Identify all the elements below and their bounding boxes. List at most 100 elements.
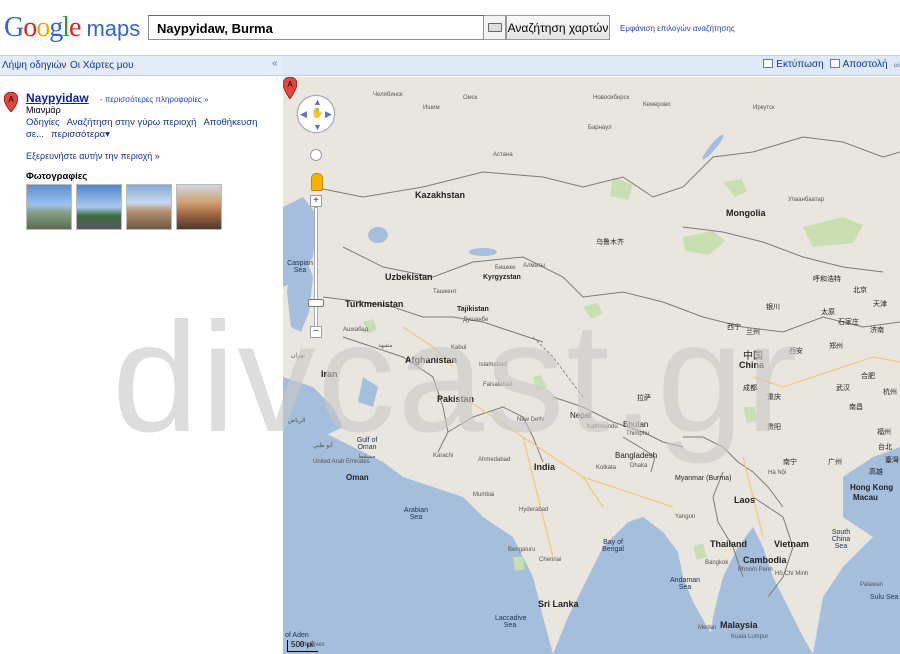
label-urumqi: 乌鲁木齐 <box>596 239 624 246</box>
my-maps-link[interactable]: Οι Χάρτες μου <box>70 60 134 71</box>
keyboard-icon[interactable] <box>484 15 506 40</box>
label-chennai: Chennai <box>539 557 562 563</box>
zoom-thumb[interactable] <box>308 299 324 307</box>
label-yinchuan: 银川 <box>766 304 780 311</box>
label-andaman-sea: Andaman Sea <box>670 577 700 591</box>
google-maps-logo[interactable]: Google maps <box>4 12 140 44</box>
label-tehran: تهران <box>291 353 305 359</box>
more-info-link[interactable]: - περισσότερες πληροφορίες » <box>100 95 208 104</box>
marker-a-icon[interactable]: A <box>4 92 18 112</box>
label-abu-dhabi: أبو ظبي <box>313 443 333 449</box>
label-riyadh: الرياض <box>288 418 306 424</box>
label-taipei: 台北 <box>878 444 892 451</box>
label-palawan: Palawan <box>860 582 884 588</box>
label-afghanistan: Afghanistan <box>405 355 458 365</box>
print-icon <box>763 59 774 68</box>
label-bangladesh: Bangladesh <box>615 451 658 460</box>
label-mashhad: مشهد <box>378 343 393 349</box>
label-bhutan: Bhutan <box>623 420 649 429</box>
zoom-rail-track[interactable] <box>314 207 318 327</box>
search-options-link[interactable]: Εμφάνιση επιλογών αναζήτησης <box>620 24 735 33</box>
photo-thumbnail[interactable] <box>176 184 222 230</box>
more-link[interactable]: περισσότερα▾ <box>51 129 110 140</box>
label-nanning: 南宁 <box>783 459 797 466</box>
result-country: Μιανμάρ <box>26 105 61 115</box>
zoom-reset-icon[interactable] <box>310 149 322 161</box>
label-sulu-sea: Sulu Sea <box>870 594 899 601</box>
zoom-out-button[interactable]: − <box>310 326 322 338</box>
zoom-slider[interactable]: + − <box>308 195 324 340</box>
search-nearby-link[interactable]: Αναζήτηση στην γύρω περιοχή <box>67 117 197 128</box>
map-base <box>283 134 900 654</box>
search-input[interactable]: Naypyidaw, Burma <box>148 15 484 40</box>
collapse-panel-button[interactable]: « <box>272 58 278 69</box>
label-nepal: Nepal <box>570 411 591 420</box>
label-gulf-aden: of Aden <box>285 632 309 639</box>
photo-thumbnail[interactable] <box>26 184 72 230</box>
label-hohhot: 呼和浩特 <box>813 276 841 283</box>
label-dhaka: Dhaka <box>630 463 648 469</box>
send-link[interactable]: Αποστολή <box>829 59 888 70</box>
label-turkmenistan: Turkmenistan <box>345 299 404 309</box>
label-jinan: 济南 <box>870 327 884 334</box>
label-ho-chi-minh: Hồ Chí Minh <box>775 571 809 577</box>
label-bengaluru: Bengaluru <box>508 547 536 553</box>
label-hanoi: Hà Nội <box>768 470 787 476</box>
label-hong-kong: Hong Kong <box>850 483 894 492</box>
explore-area-link[interactable]: Εξερευνήστε αυτήν την περιοχή » <box>26 151 160 161</box>
zoom-in-button[interactable]: + <box>310 195 322 207</box>
label-malaysia: Malaysia <box>720 620 758 630</box>
label-ashgabat: Ашхабад <box>343 327 369 333</box>
label-ishim: Ишим <box>423 105 440 111</box>
pan-left-icon[interactable]: ◀ <box>300 109 307 120</box>
map-canvas[interactable]: Kazakhstan Mongolia Uzbekistan Kyrgyzsta… <box>283 77 900 654</box>
label-oman: Oman <box>346 473 369 482</box>
label-mongolia: Mongolia <box>726 208 766 218</box>
label-astana: Астана <box>493 152 513 158</box>
svg-text:A: A <box>8 95 14 104</box>
label-gulf-of-oman: Gulf of Oman <box>356 437 378 451</box>
label-kuala-lumpur: Kuala Lumpur <box>731 634 769 640</box>
pan-up-icon[interactable]: ▲ <box>313 97 322 107</box>
label-wuhan: 武汉 <box>836 385 850 392</box>
label-south-china-sea: South China Sea <box>831 529 851 550</box>
label-muscat: مسقط <box>358 454 376 460</box>
pan-control[interactable]: ▲ ◀ ▶ ▼ ✋ <box>297 95 335 133</box>
envelope-icon <box>829 59 840 68</box>
pan-down-icon[interactable]: ▼ <box>313 122 322 132</box>
directions-link[interactable]: Οδηγίες <box>26 117 60 128</box>
pan-right-icon[interactable]: ▶ <box>325 109 332 120</box>
label-bangkok: Bangkok <box>705 560 729 566</box>
photo-thumbnail[interactable] <box>126 184 172 230</box>
label-karachi: Karachi <box>433 453 454 459</box>
photo-strip <box>26 184 222 230</box>
link-icon[interactable]: ∞ <box>894 60 900 70</box>
label-kathmandu: Kathmandu <box>587 424 618 430</box>
label-bishkek: Бишкек <box>495 265 516 271</box>
label-hyderabad: Hyderabad <box>519 507 549 513</box>
label-almaty: Алматы <box>523 263 545 269</box>
label-china: China <box>739 360 765 370</box>
label-ulaanbaatar: Улаанбаатар <box>788 197 825 203</box>
pegman-icon[interactable] <box>311 173 323 191</box>
get-directions-link[interactable]: Λήψη οδηγιών <box>2 60 66 71</box>
photos-heading: Φωτογραφίες <box>26 171 88 182</box>
photo-thumbnail[interactable] <box>76 184 122 230</box>
label-cambodia: Cambodia <box>743 555 787 565</box>
result-actions: Οδηγίες Αναζήτηση στην γύρω περιοχή Αποθήκ… <box>26 117 276 141</box>
label-zhengzhou: 郑州 <box>829 343 843 350</box>
label-macau: Macau <box>853 493 878 502</box>
map-scale: 500 μί. <box>287 640 319 652</box>
search-maps-button[interactable]: Αναζήτηση χαρτών <box>506 15 610 40</box>
location-marker-icon[interactable]: A <box>283 77 297 99</box>
result-title-link[interactable]: Naypyidaw <box>26 91 89 105</box>
toolbar: Λήψη οδηγιών Οι Χάρτες μου « Εκτύπωση Απ… <box>0 55 900 76</box>
label-kemerovo: Кемерово <box>643 102 671 108</box>
label-lanzhou: 兰州 <box>746 329 760 336</box>
label-laos: Laos <box>734 495 756 505</box>
label-kazakhstan: Kazakhstan <box>415 190 466 200</box>
print-link[interactable]: Εκτύπωση <box>763 59 824 70</box>
label-uzbekistan: Uzbekistan <box>385 272 433 282</box>
hand-icon[interactable]: ✋ <box>311 108 323 119</box>
label-pakistan: Pakistan <box>437 394 475 404</box>
